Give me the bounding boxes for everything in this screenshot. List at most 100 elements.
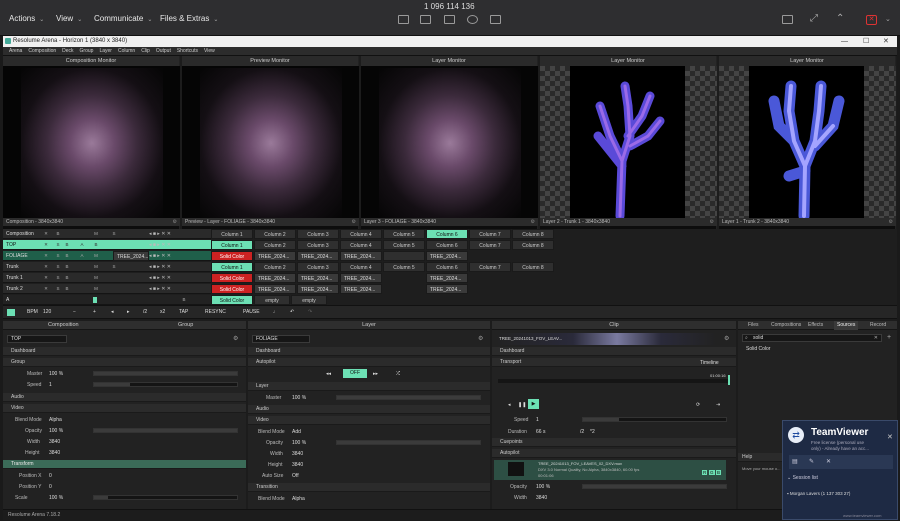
clip-tree[interactable]: TREE_2024... [254,273,296,283]
trunk-column-5[interactable]: Column 5 [383,262,425,272]
section-video[interactable]: Video [248,416,490,425]
clip-tree[interactable]: TREE_2024... [426,284,468,294]
tv-menu-view[interactable]: View ⌄ [56,14,82,23]
menu-layer[interactable]: Layer [99,47,112,56]
clip-empty[interactable]: empty [291,295,327,305]
section-transform[interactable]: Transform [3,460,246,469]
gear-icon[interactable]: ⚙ [710,218,714,226]
source-result-item[interactable]: Solid Color [742,345,890,353]
close-icon[interactable]: ✕ [887,433,893,441]
section-autopilot[interactable]: Autopilot [248,358,490,367]
solo-button[interactable]: S [55,274,61,281]
master-value[interactable]: 100 % [292,395,306,401]
opacity-slider[interactable] [93,428,238,433]
green-channel-toggle[interactable]: G [709,470,715,475]
column-2[interactable]: Column 2 [254,229,296,239]
clip-empty[interactable] [383,251,425,261]
trunk-column-2[interactable]: Column 2 [254,262,296,272]
crossfade-a-button[interactable]: A [79,252,85,259]
gear-icon[interactable]: ⚙ [531,218,535,226]
play-icon[interactable]: ▶ [528,399,539,409]
close-icon[interactable]: ✕ [43,230,49,237]
tv-menu-files[interactable]: Files & Extras ⌄ [160,14,218,23]
group-column-7[interactable]: Column 7 [469,240,511,250]
tap-button[interactable]: TAP [179,309,188,315]
bypass-button[interactable]: B [64,274,70,281]
speed-value[interactable]: 1 [49,382,52,388]
group-column-6[interactable]: Column 6 [426,240,468,250]
solo-button[interactable]: S [111,263,117,270]
direction-icon[interactable]: ⇥ [716,402,720,408]
speed-value[interactable]: 1 [536,417,539,423]
clip-tree[interactable]: TREE_2024... [254,251,296,261]
opacity-value[interactable]: 100 % [292,440,306,446]
section-audio[interactable]: Audio [248,405,490,414]
bypass-button[interactable]: B [64,241,70,248]
clip-tree[interactable]: TREE_2024... [297,284,339,294]
clip-tree[interactable]: TREE_2024... [426,273,468,283]
nudge-right-icon[interactable]: ▸ [127,309,130,315]
group-column-8[interactable]: Column 8 [512,240,554,250]
column-4[interactable]: Column 4 [340,229,382,239]
chat-icon[interactable]: ▤ [792,458,798,465]
clip-tree[interactable]: TREE_2024... [297,273,339,283]
master-value[interactable]: 100 % [49,371,63,377]
opacity-value[interactable]: 100 % [536,484,550,490]
trunk-column-1[interactable]: Column 1 [211,262,253,272]
gear-icon[interactable]: ⚙ [724,335,729,342]
blend-select[interactable]: Alpha [49,417,62,423]
edit-icon[interactable]: ✎ [809,458,814,465]
clip-tree[interactable]: TREE_2024... [340,273,382,283]
solo-button[interactable]: S [55,252,61,259]
opacity-slider[interactable] [336,440,481,445]
metronome-icon[interactable] [7,309,15,316]
close-icon[interactable]: ✕ [43,252,49,259]
section-cuepoints[interactable]: Cuepoints [492,438,736,447]
tab-record[interactable]: Record [870,321,886,330]
duration-value[interactable]: 66 s [536,429,545,435]
files-icon[interactable] [444,15,455,24]
duration-half-button[interactable]: /2 [580,429,584,435]
monitor-icon[interactable] [420,15,431,24]
timeline-playhead[interactable] [728,375,730,385]
menu-shortcuts[interactable]: Shortcuts [177,47,198,56]
clip-tree[interactable]: TREE_2024... [426,251,468,261]
clip-tree[interactable]: TREE_2024... [340,284,382,294]
screen-icon[interactable] [398,15,409,24]
close-icon[interactable]: ✕ [43,241,49,248]
metronome-icon[interactable]: ♩ [273,309,278,315]
remote-icon[interactable] [490,15,501,24]
clip-solid-color[interactable]: Solid Color [211,284,253,294]
clip-tree[interactable]: TREE_2024... [340,251,382,261]
source-search-input[interactable]: ⌕ solid ✕ [742,334,882,342]
trunk-column-7[interactable]: Column 7 [469,262,511,272]
fullscreen-icon[interactable]: ⤢ [810,13,818,24]
bypass-button[interactable]: B [55,230,61,237]
maximize-icon[interactable]: ☐ [863,36,869,47]
column-7[interactable]: Column 7 [469,229,511,239]
trunk-column-8[interactable]: Column 8 [512,262,554,272]
group-name-input[interactable]: TOP [7,335,67,343]
tab-files[interactable]: Files [748,321,759,330]
previous-icon[interactable]: ◂◂ [326,371,331,377]
scale-slider[interactable] [93,495,238,500]
group-column-4[interactable]: Column 4 [340,240,382,250]
speed-slider[interactable] [582,417,727,422]
section-audio[interactable]: Audio [3,393,246,402]
tab-composition[interactable]: Composition [48,321,79,330]
layer-name-input[interactable]: FOLIAGE [252,335,310,343]
menu-deck[interactable]: Deck [62,47,73,56]
menu-composition[interactable]: Composition [28,47,56,56]
width-value[interactable]: 3840 [536,495,547,501]
tv-menu-actions[interactable]: Actions ⌄ [9,14,44,23]
transition-blend-select[interactable]: Alpha [292,496,305,502]
blend-select[interactable]: Add [292,429,301,435]
session-user-row[interactable]: ▪ Morgan Lavers (1 137 303 27) [787,491,893,496]
section-dashboard[interactable]: Dashboard [248,347,490,356]
mute-button[interactable]: M [93,274,99,281]
red-channel-toggle[interactable]: R [702,470,708,475]
menu-arena[interactable]: Arena [9,47,22,56]
mute-button[interactable]: M [93,252,99,259]
section-dashboard[interactable]: Dashboard [492,347,736,356]
mute-button[interactable]: M [93,263,99,270]
